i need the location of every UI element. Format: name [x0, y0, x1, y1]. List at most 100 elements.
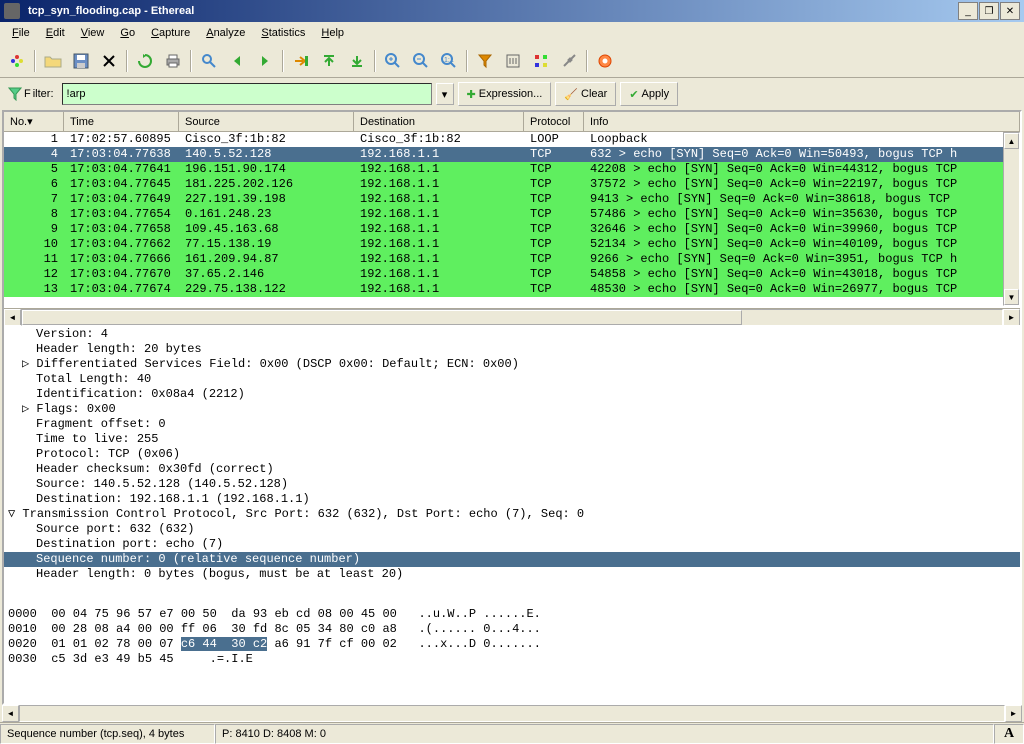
hex-dump-pane[interactable]: 0000 00 04 75 96 57 e7 00 50 da 93 eb cd… — [4, 605, 1020, 703]
packet-list-body[interactable]: 117:02:57.60895Cisco_3f:1b:82Cisco_3f:1b… — [4, 132, 1020, 306]
display-filter-icon[interactable] — [500, 48, 526, 74]
packet-row[interactable]: 1217:03:04.7767037.65.2.146192.168.1.1TC… — [4, 267, 1020, 282]
reload-icon[interactable] — [132, 48, 158, 74]
vscrollbar[interactable]: ▲ ▼ — [1003, 132, 1020, 306]
tree-node[interactable]: Total Length: 40 — [4, 372, 1020, 387]
packet-row[interactable]: 917:03:04.77658109.45.163.68192.168.1.1T… — [4, 222, 1020, 237]
close-file-icon[interactable] — [96, 48, 122, 74]
prev-icon[interactable] — [224, 48, 250, 74]
filter-dropdown-icon[interactable]: ▾ — [436, 83, 454, 105]
print-icon[interactable] — [160, 48, 186, 74]
tree-node[interactable]: Destination: 192.168.1.1 (192.168.1.1) — [4, 492, 1020, 507]
tree-node[interactable]: Source: 140.5.52.128 (140.5.52.128) — [4, 477, 1020, 492]
protocol-tree-pane[interactable]: Version: 4Header length: 20 bytes▷ Diffe… — [4, 325, 1020, 605]
col-time[interactable]: Time — [64, 112, 179, 131]
col-no[interactable]: No. ▾ — [4, 112, 64, 131]
save-icon[interactable] — [68, 48, 94, 74]
filter-label[interactable]: Filter: — [4, 87, 58, 101]
bottom-hscrollbar[interactable]: ◄ ► — [2, 705, 1022, 722]
menu-edit[interactable]: Edit — [38, 25, 73, 41]
capture-filter-icon[interactable] — [472, 48, 498, 74]
hex-row[interactable]: 0010 00 28 08 a4 00 00 ff 06 30 fd 8c 05… — [8, 622, 1016, 637]
toolbar: 1:1 — [0, 44, 1024, 78]
menu-view[interactable]: View — [73, 25, 113, 41]
hex-row[interactable]: 0000 00 04 75 96 57 e7 00 50 da 93 eb cd… — [8, 607, 1016, 622]
col-destination[interactable]: Destination — [354, 112, 524, 131]
tree-node[interactable]: Header length: 0 bytes (bogus, must be a… — [4, 567, 1020, 582]
tree-node[interactable]: Identification: 0x08a4 (2212) — [4, 387, 1020, 402]
menu-file[interactable]: File — [4, 25, 38, 41]
menu-capture[interactable]: Capture — [143, 25, 198, 41]
status-bar: Sequence number (tcp.seq), 4 bytes P: 84… — [0, 722, 1024, 744]
apply-button[interactable]: ✔ Apply — [620, 82, 678, 106]
tree-node[interactable]: Version: 4 — [4, 327, 1020, 342]
goto-icon[interactable] — [288, 48, 314, 74]
filter-toolbar: Filter: ▾ ✚ Expression... 🧹 Clear ✔ Appl… — [0, 78, 1024, 110]
tree-node[interactable]: Header checksum: 0x30fd (correct) — [4, 462, 1020, 477]
expression-button[interactable]: ✚ Expression... — [458, 82, 552, 106]
window-titlebar: tcp_syn_flooding.cap - Ethereal _ ❐ ✕ — [0, 0, 1024, 22]
maximize-button[interactable]: ❐ — [979, 2, 999, 20]
packet-row[interactable]: 1017:03:04.7766277.15.138.19192.168.1.1T… — [4, 237, 1020, 252]
tree-node[interactable]: Fragment offset: 0 — [4, 417, 1020, 432]
help-icon[interactable] — [592, 48, 618, 74]
packet-row[interactable]: 517:03:04.77641196.151.90.174192.168.1.1… — [4, 162, 1020, 177]
zoom-in-icon[interactable] — [380, 48, 406, 74]
status-field-info: Sequence number (tcp.seq), 4 bytes — [0, 724, 215, 744]
coloring-rules-icon[interactable] — [528, 48, 554, 74]
packet-row[interactable]: 417:03:04.77638140.5.52.128192.168.1.1TC… — [4, 147, 1020, 162]
find-icon[interactable] — [196, 48, 222, 74]
packet-row[interactable]: 617:03:04.77645181.225.202.126192.168.1.… — [4, 177, 1020, 192]
hex-row[interactable]: 0020 01 01 02 78 00 07 c6 44 30 c2 a6 91… — [8, 637, 1016, 652]
col-protocol[interactable]: Protocol — [524, 112, 584, 131]
packet-row[interactable]: 117:02:57.60895Cisco_3f:1b:82Cisco_3f:1b… — [4, 132, 1020, 147]
status-indicator: A — [994, 724, 1024, 744]
col-info[interactable]: Info — [584, 112, 1020, 131]
preferences-icon[interactable] — [556, 48, 582, 74]
scroll-down-icon[interactable]: ▼ — [1004, 289, 1019, 305]
scroll-up-icon[interactable]: ▲ — [1004, 133, 1019, 149]
packet-list-header: No. ▾ Time Source Destination Protocol I… — [4, 112, 1020, 132]
main-area: No. ▾ Time Source Destination Protocol I… — [2, 110, 1022, 705]
filter-input[interactable] — [62, 83, 432, 105]
next-icon[interactable] — [252, 48, 278, 74]
tree-node[interactable]: Destination port: echo (7) — [4, 537, 1020, 552]
tree-node[interactable]: Source port: 632 (632) — [4, 522, 1020, 537]
menu-analyze[interactable]: Analyze — [198, 25, 253, 41]
window-title: tcp_syn_flooding.cap - Ethereal — [24, 5, 194, 17]
tree-node[interactable]: ▷ Flags: 0x00 — [4, 402, 1020, 417]
tree-node[interactable]: Time to live: 255 — [4, 432, 1020, 447]
packet-row[interactable]: 1117:03:04.77666161.209.94.87192.168.1.1… — [4, 252, 1020, 267]
tree-node[interactable]: Header length: 20 bytes — [4, 342, 1020, 357]
scroll-left-icon[interactable]: ◄ — [4, 309, 21, 326]
scroll-right-icon[interactable]: ► — [1005, 705, 1022, 722]
hex-row[interactable]: 0030 c5 3d e3 49 b5 45 .=.I.E — [8, 652, 1016, 667]
packet-list-hscrollbar[interactable]: ◄ ► — [4, 308, 1020, 325]
scroll-left-icon[interactable]: ◄ — [2, 705, 19, 722]
clear-button[interactable]: 🧹 Clear — [555, 82, 616, 106]
capture-icon[interactable] — [4, 48, 30, 74]
open-icon[interactable] — [40, 48, 66, 74]
packet-list-pane: No. ▾ Time Source Destination Protocol I… — [4, 112, 1020, 308]
menu-bar: File Edit View Go Capture Analyze Statis… — [0, 22, 1024, 44]
app-icon — [4, 3, 20, 19]
close-button[interactable]: ✕ — [1000, 2, 1020, 20]
menu-help[interactable]: Help — [313, 25, 352, 41]
minimize-button[interactable]: _ — [958, 2, 978, 20]
tree-node[interactable]: Protocol: TCP (0x06) — [4, 447, 1020, 462]
tree-node[interactable]: Sequence number: 0 (relative sequence nu… — [4, 552, 1020, 567]
zoom-out-icon[interactable] — [408, 48, 434, 74]
scroll-right-icon[interactable]: ► — [1003, 309, 1020, 326]
col-source[interactable]: Source — [179, 112, 354, 131]
packet-row[interactable]: 717:03:04.77649227.191.39.198192.168.1.1… — [4, 192, 1020, 207]
menu-go[interactable]: Go — [112, 25, 143, 41]
tree-node[interactable]: ▷ Differentiated Services Field: 0x00 (D… — [4, 357, 1020, 372]
packet-row[interactable]: 1317:03:04.77674229.75.138.122192.168.1.… — [4, 282, 1020, 297]
tree-node[interactable]: ▽ Transmission Control Protocol, Src Por… — [4, 507, 1020, 522]
status-packet-counts: P: 8410 D: 8408 M: 0 — [215, 724, 994, 744]
top-icon[interactable] — [316, 48, 342, 74]
menu-statistics[interactable]: Statistics — [253, 25, 313, 41]
packet-row[interactable]: 817:03:04.776540.161.248.23192.168.1.1TC… — [4, 207, 1020, 222]
bottom-icon[interactable] — [344, 48, 370, 74]
zoom-fit-icon[interactable]: 1:1 — [436, 48, 462, 74]
